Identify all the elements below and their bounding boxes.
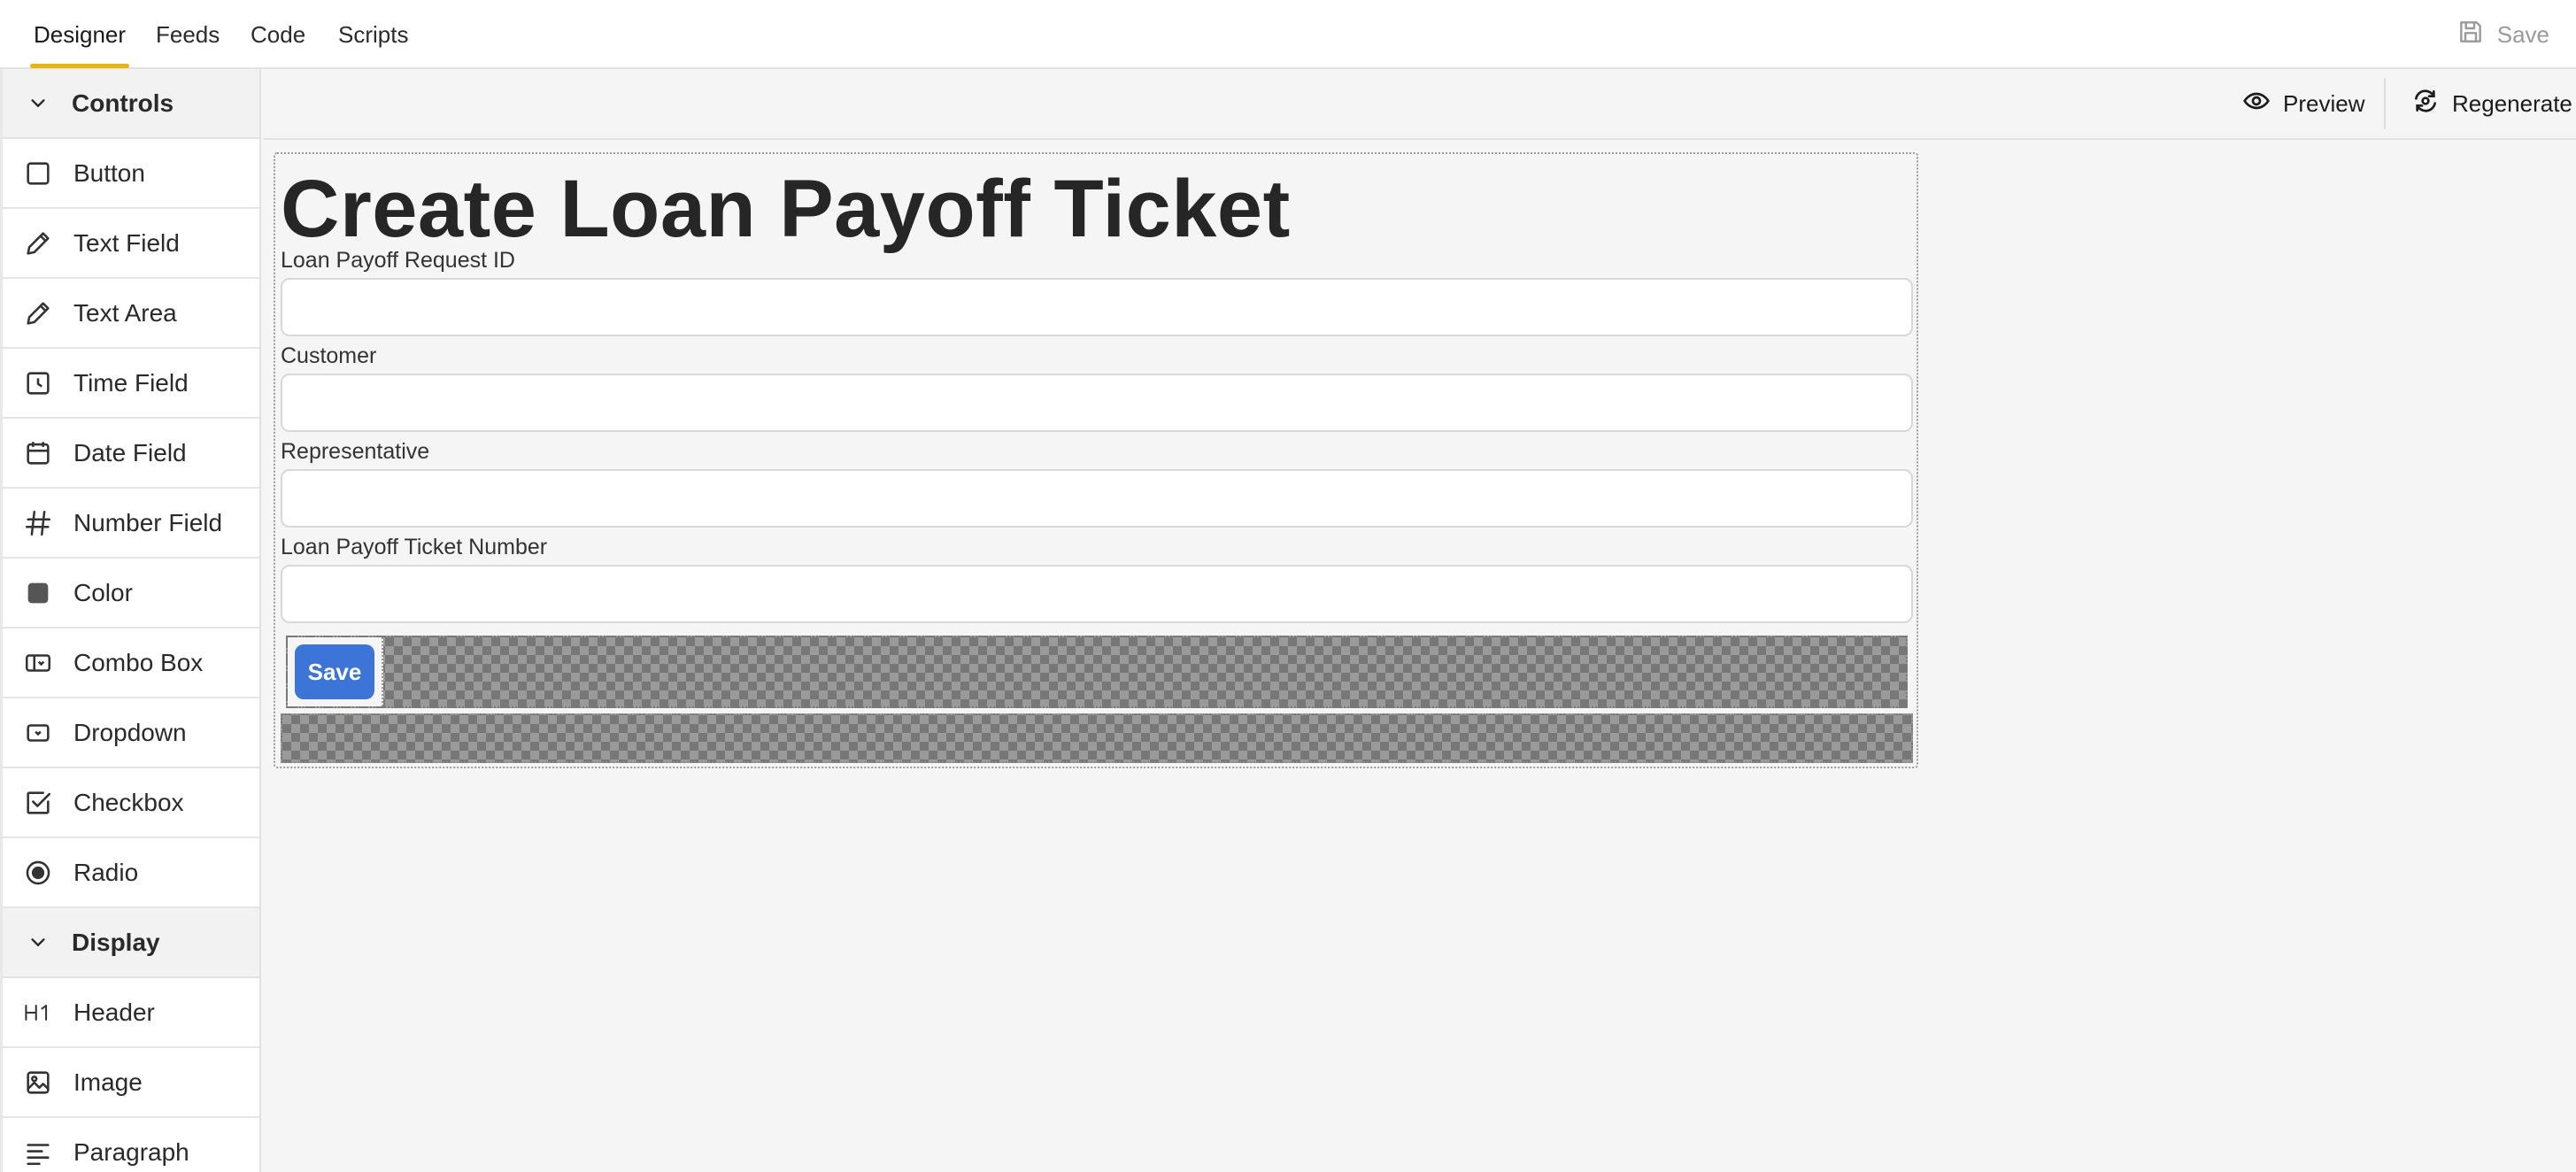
section-controls-label: Controls — [72, 89, 174, 117]
regenerate-button[interactable]: Regenerate — [2411, 69, 2572, 138]
representative-input[interactable] — [281, 469, 1913, 528]
preview-button[interactable]: Preview — [2242, 69, 2364, 138]
button-row-container[interactable]: Save — [286, 636, 1908, 708]
sidebar-item-label: Header — [73, 998, 155, 1026]
loan-payoff-ticket-number-input[interactable] — [281, 565, 1913, 623]
tab-code[interactable]: Code — [249, 0, 307, 67]
header-save-button[interactable]: Save — [2456, 18, 2549, 51]
sidebar-item-label: Paragraph — [73, 1137, 189, 1166]
sidebar-item-checkbox[interactable]: Checkbox — [3, 768, 259, 838]
tab-designer[interactable]: Designer — [29, 0, 130, 68]
sidebar-item-label: Dropdown — [73, 718, 187, 746]
customer-input[interactable] — [281, 374, 1913, 432]
h1-icon — [3, 998, 73, 1028]
hash-icon — [3, 508, 73, 538]
sidebar-item-button[interactable]: Button — [3, 139, 259, 209]
sidebar-item-radio[interactable]: Radio — [3, 838, 259, 908]
form-canvas[interactable]: Create Loan Payoff Ticket Loan Payoff Re… — [274, 152, 1918, 768]
section-display-header[interactable]: Display — [3, 908, 259, 978]
empty-drop-zone[interactable] — [281, 713, 1913, 763]
button-slot: Save — [288, 637, 383, 706]
field-label-loan-payoff-request-id: Loan Payoff Request ID — [281, 248, 515, 273]
sidebar-item-label: Number Field — [73, 508, 223, 536]
dropdown-icon — [3, 718, 73, 748]
controls-sidebar: Controls Button Text Field Text Area Tim… — [0, 69, 261, 1172]
sidebar-item-image[interactable]: Image — [3, 1048, 259, 1118]
sidebar-item-text-area[interactable]: Text Area — [3, 279, 259, 349]
button-icon — [3, 158, 73, 189]
regenerate-icon — [2411, 87, 2440, 121]
section-display-label: Display — [72, 928, 160, 956]
form-save-button[interactable]: Save — [295, 644, 374, 699]
sidebar-item-label: Combo Box — [73, 648, 204, 676]
sidebar-item-label: Checkbox — [73, 788, 184, 816]
sidebar-item-date-field[interactable]: Date Field — [3, 419, 259, 489]
sidebar-item-number-field[interactable]: Number Field — [3, 489, 259, 559]
sidebar-item-label: Button — [73, 158, 145, 187]
sidebar-item-label: Radio — [73, 858, 139, 886]
sidebar-item-paragraph[interactable]: Paragraph — [3, 1118, 259, 1172]
sidebar-item-color[interactable]: Color — [3, 559, 259, 628]
tab-feeds[interactable]: Feeds — [154, 0, 221, 67]
floppy-disk-icon — [2456, 18, 2485, 52]
pencil-icon — [3, 298, 73, 328]
pencil-icon — [3, 228, 73, 258]
regenerate-label: Regenerate — [2452, 89, 2572, 117]
preview-label: Preview — [2283, 89, 2365, 117]
field-label-customer: Customer — [281, 343, 377, 368]
toolbar-divider — [2384, 78, 2386, 129]
eye-icon — [2242, 87, 2271, 121]
sidebar-item-dropdown[interactable]: Dropdown — [3, 698, 259, 768]
tab-scripts[interactable]: Scripts — [336, 0, 410, 67]
sidebar-item-label: Image — [73, 1068, 143, 1096]
radio-icon — [3, 858, 73, 888]
sidebar-item-label: Text Area — [73, 298, 177, 327]
loan-payoff-request-id-input[interactable] — [281, 278, 1913, 336]
color-swatch-icon — [3, 578, 73, 608]
combo-box-icon — [3, 648, 73, 678]
chevron-down-icon — [3, 933, 73, 952]
image-icon — [3, 1068, 73, 1098]
chevron-down-icon — [3, 94, 73, 113]
sidebar-item-header[interactable]: Header — [3, 978, 259, 1048]
calendar-icon — [3, 438, 73, 468]
paragraph-icon — [3, 1137, 73, 1168]
sidebar-item-combo-box[interactable]: Combo Box — [3, 628, 259, 698]
section-controls-header[interactable]: Controls — [3, 69, 259, 139]
checkbox-icon — [3, 788, 73, 818]
sidebar-item-text-field[interactable]: Text Field — [3, 209, 259, 279]
clock-icon — [3, 368, 73, 398]
field-label-representative: Representative — [281, 439, 430, 464]
form-title: Create Loan Payoff Ticket — [281, 164, 1291, 254]
sidebar-item-label: Color — [73, 578, 133, 606]
sidebar-item-label: Text Field — [73, 228, 180, 257]
top-tab-bar: Designer Feeds Code Scripts Save — [0, 0, 2576, 69]
sidebar-item-label: Date Field — [73, 438, 187, 466]
header-save-label: Save — [2496, 20, 2549, 48]
canvas-toolbar: Preview Regenerate — [263, 69, 2576, 140]
field-label-loan-payoff-ticket-number: Loan Payoff Ticket Number — [281, 535, 548, 559]
sidebar-item-time-field[interactable]: Time Field — [3, 349, 259, 419]
sidebar-item-label: Time Field — [73, 368, 189, 397]
